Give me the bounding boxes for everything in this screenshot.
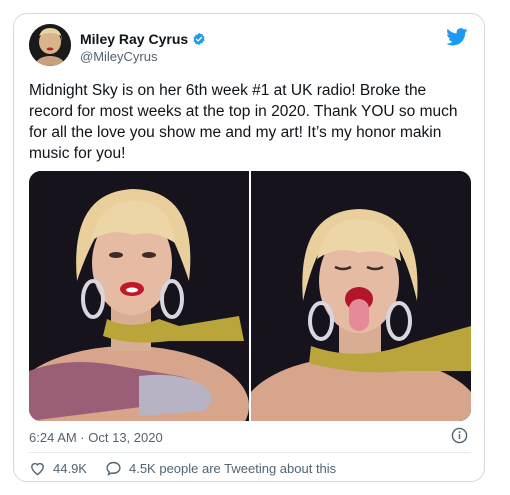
- tweet-text: Midnight Sky is on her 6th week #1 at UK…: [29, 82, 458, 162]
- tweet-actions: 44.9K 4.5K people are Tweeting about thi…: [29, 460, 354, 477]
- like-count: 44.9K: [53, 461, 87, 476]
- author-name[interactable]: Miley Ray Cyrus: [80, 31, 206, 47]
- speech-bubble-icon: [106, 461, 121, 476]
- info-icon[interactable]: [451, 427, 468, 444]
- conversation-link[interactable]: 4.5K people are Tweeting about this: [105, 460, 336, 477]
- tweet-card: Miley Ray Cyrus @MileyCyrus Midnight Sky…: [13, 13, 485, 482]
- tweet-media[interactable]: [29, 171, 471, 421]
- divider: [29, 452, 471, 453]
- like-button[interactable]: 44.9K: [29, 460, 87, 477]
- avatar[interactable]: [29, 24, 71, 66]
- conversation-label: 4.5K people are Tweeting about this: [128, 461, 337, 476]
- author-name-label[interactable]: Miley Ray Cyrus: [80, 31, 188, 47]
- heart-icon: [31, 462, 44, 476]
- author-handle[interactable]: @MileyCyrus: [80, 49, 157, 64]
- twitter-bird-icon[interactable]: [446, 28, 468, 46]
- photo-left[interactable]: [29, 171, 249, 421]
- verified-badge-icon: [193, 32, 205, 46]
- tweet-timestamp[interactable]: 6:24 AM · Oct 13, 2020: [29, 430, 163, 445]
- photo-right[interactable]: [251, 171, 471, 421]
